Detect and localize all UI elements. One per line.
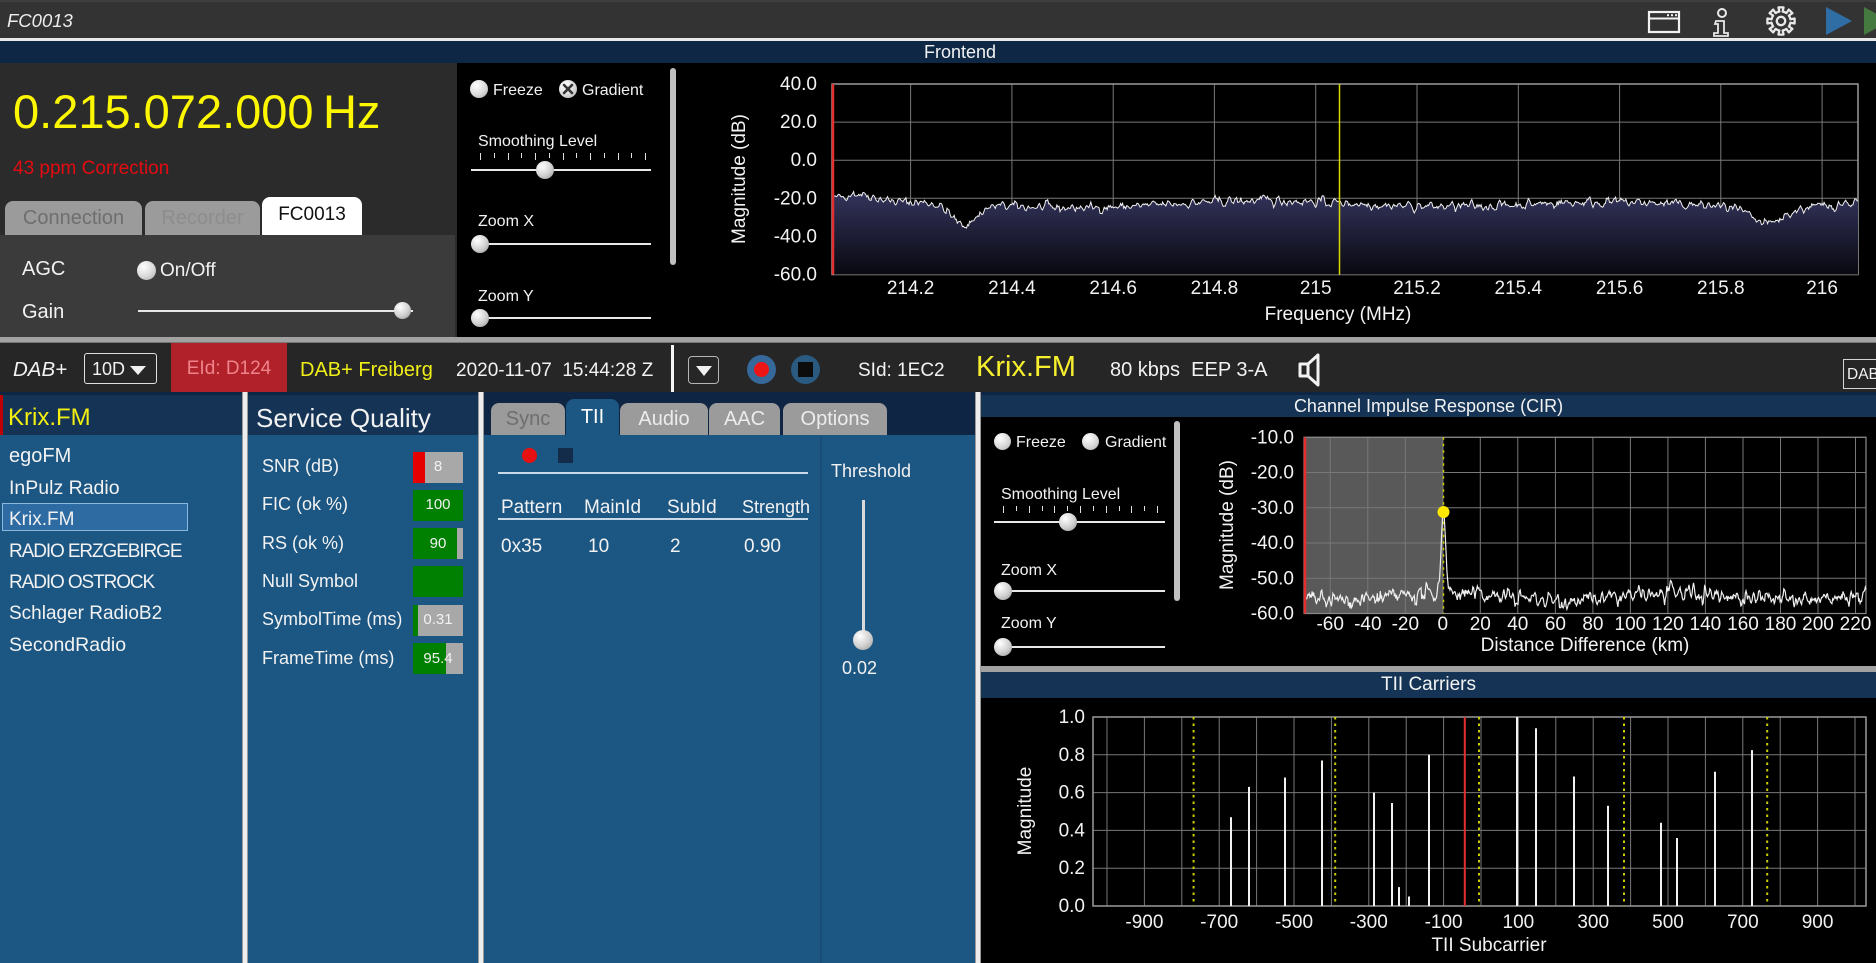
svg-text:0.0: 0.0 <box>791 150 817 171</box>
svg-text:214.8: 214.8 <box>1191 278 1239 299</box>
svg-text:214.6: 214.6 <box>1089 278 1137 299</box>
svg-text:215.4: 215.4 <box>1495 278 1543 299</box>
svg-text:-20.0: -20.0 <box>774 188 817 209</box>
svg-text:20.0: 20.0 <box>780 112 817 133</box>
svg-text:214.2: 214.2 <box>887 278 935 299</box>
svg-text:214.4: 214.4 <box>988 278 1036 299</box>
svg-text:-40.0: -40.0 <box>774 226 817 247</box>
svg-text:Magnitude (dB): Magnitude (dB) <box>729 114 750 244</box>
svg-text:40.0: 40.0 <box>780 74 817 95</box>
svg-text:215.2: 215.2 <box>1393 278 1441 299</box>
svg-text:216: 216 <box>1806 278 1838 299</box>
svg-text:215: 215 <box>1300 278 1332 299</box>
svg-text:-60.0: -60.0 <box>774 265 817 286</box>
svg-text:Frequency (MHz): Frequency (MHz) <box>1265 304 1412 325</box>
svg-text:215.8: 215.8 <box>1697 278 1745 299</box>
svg-text:215.6: 215.6 <box>1596 278 1644 299</box>
